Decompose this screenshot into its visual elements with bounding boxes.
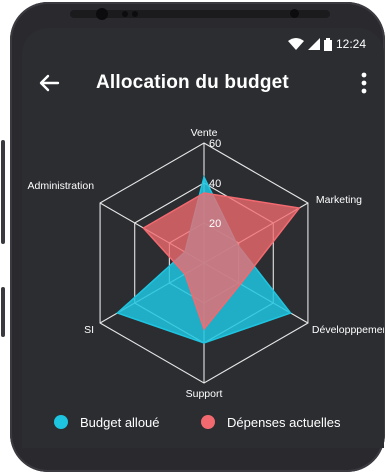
axis-label: SI	[84, 324, 94, 336]
tick-label: 40	[209, 178, 221, 190]
axis-label: Support	[186, 388, 223, 400]
tick-label: 60	[209, 138, 221, 150]
axis-label: Administration	[28, 180, 95, 192]
legend-item-depenses[interactable]: Dépenses actuelles	[201, 415, 340, 430]
axis-label: Développpement	[312, 324, 384, 336]
sensor-dot	[122, 11, 128, 17]
legend-swatch-budget	[54, 415, 68, 429]
legend-label-depenses: Dépenses actuelles	[227, 414, 341, 430]
side-button	[1, 140, 5, 244]
legend-item-budget[interactable]: Budget alloué	[54, 415, 160, 430]
screen: 12:24 Allocation du budget 20 40 60 Vente M…	[22, 28, 384, 448]
legend-label-budget: Budget alloué	[80, 414, 160, 430]
axis-label: Vente	[191, 127, 218, 139]
tick-label: 20	[209, 218, 221, 230]
radar-series	[115, 174, 301, 344]
legend-swatch-depenses	[201, 415, 215, 429]
radar-chart: 20 40 60 Vente Marketing Développpement Suppo…	[28, 127, 384, 400]
side-button	[1, 287, 5, 337]
camera-lens	[96, 8, 108, 20]
axis-label: Marketing	[316, 194, 362, 206]
sensor-dot	[132, 11, 138, 17]
chart-legend: Budget alloué Dépenses actuelles	[22, 410, 384, 434]
sensor-dot	[290, 9, 299, 18]
